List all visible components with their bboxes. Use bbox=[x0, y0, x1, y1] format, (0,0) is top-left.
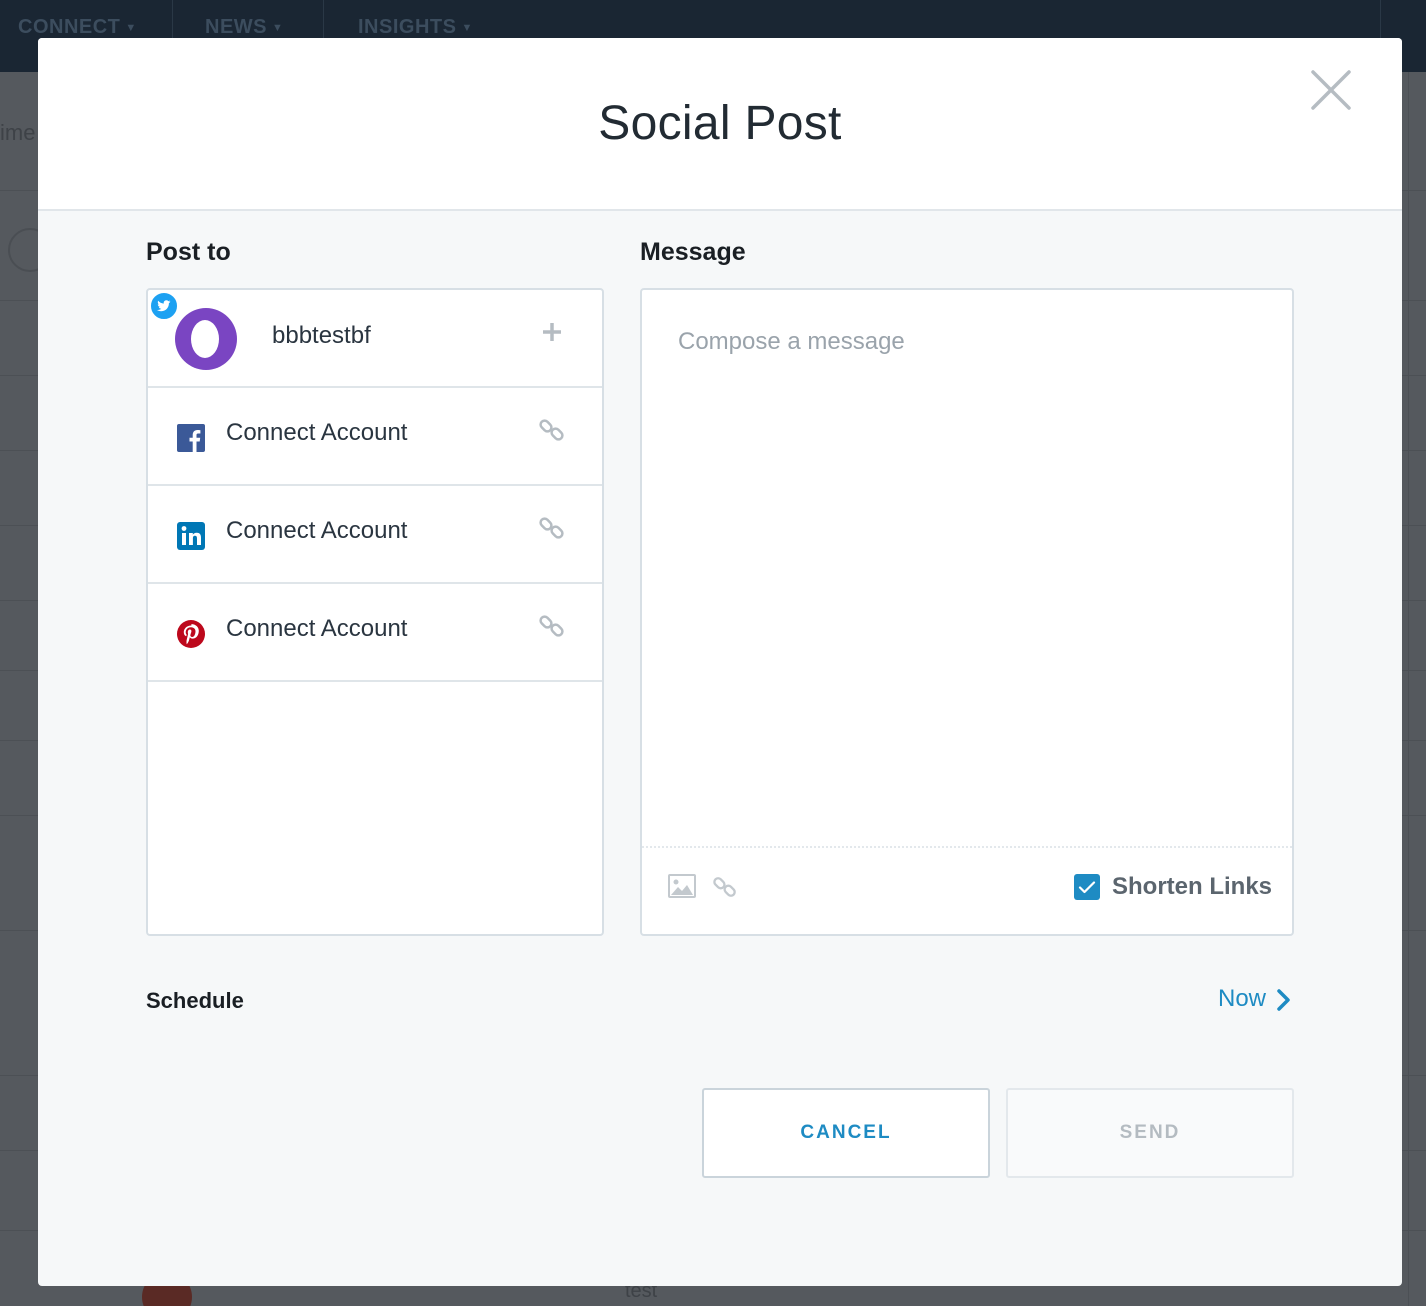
account-row-facebook[interactable]: Connect Account bbox=[148, 388, 602, 486]
message-panel: Shorten Links bbox=[640, 288, 1294, 936]
chevron-right-icon[interactable] bbox=[1275, 988, 1293, 1012]
message-textarea[interactable] bbox=[642, 290, 1292, 846]
account-row-pinterest[interactable]: Connect Account bbox=[148, 584, 602, 682]
link-icon[interactable] bbox=[712, 874, 738, 900]
social-post-modal: Social Post Post to bbbtestbf Connect Ac… bbox=[38, 38, 1402, 1286]
account-name: bbbtestbf bbox=[272, 322, 371, 349]
modal-header: Social Post bbox=[38, 38, 1402, 211]
plus-icon[interactable] bbox=[542, 322, 562, 342]
background-divider bbox=[1408, 72, 1409, 1306]
link-icon[interactable] bbox=[538, 416, 566, 444]
account-row-twitter[interactable]: bbbtestbf bbox=[148, 290, 602, 388]
background-text: ime bbox=[0, 120, 36, 145]
cancel-button[interactable]: CANCEL bbox=[702, 1088, 990, 1178]
account-row-linkedin[interactable]: Connect Account bbox=[148, 486, 602, 584]
twitter-icon bbox=[157, 300, 171, 312]
avatar bbox=[175, 308, 237, 370]
connect-account-label: Connect Account bbox=[226, 419, 408, 446]
pinterest-icon bbox=[177, 620, 205, 648]
modal-title: Social Post bbox=[598, 97, 842, 150]
image-icon[interactable] bbox=[668, 874, 696, 898]
nav-connect: CONNECT ▼ bbox=[18, 16, 137, 38]
checkmark-icon bbox=[1078, 881, 1096, 894]
schedule-now-link[interactable]: Now bbox=[1218, 985, 1266, 1013]
twitter-badge bbox=[149, 291, 179, 321]
connect-account-label: Connect Account bbox=[226, 615, 408, 642]
linkedin-icon bbox=[177, 522, 205, 550]
message-label: Message bbox=[640, 238, 746, 266]
post-to-panel: bbbtestbf Connect Account Connect Accoun… bbox=[146, 288, 604, 936]
nav-news: NEWS ▼ bbox=[205, 16, 284, 38]
link-icon[interactable] bbox=[538, 612, 566, 640]
close-icon bbox=[1311, 70, 1351, 110]
shorten-links-label[interactable]: Shorten Links bbox=[1112, 873, 1272, 901]
message-divider bbox=[642, 846, 1292, 848]
send-button[interactable]: SEND bbox=[1006, 1088, 1294, 1178]
connect-account-label: Connect Account bbox=[226, 517, 408, 544]
schedule-label: Schedule bbox=[146, 988, 244, 1013]
facebook-icon bbox=[177, 424, 205, 452]
link-icon[interactable] bbox=[538, 514, 566, 542]
post-to-label: Post to bbox=[146, 238, 231, 266]
shorten-links-checkbox[interactable] bbox=[1074, 874, 1100, 900]
nav-insights: INSIGHTS ▼ bbox=[358, 16, 473, 38]
close-button[interactable] bbox=[1309, 68, 1353, 112]
